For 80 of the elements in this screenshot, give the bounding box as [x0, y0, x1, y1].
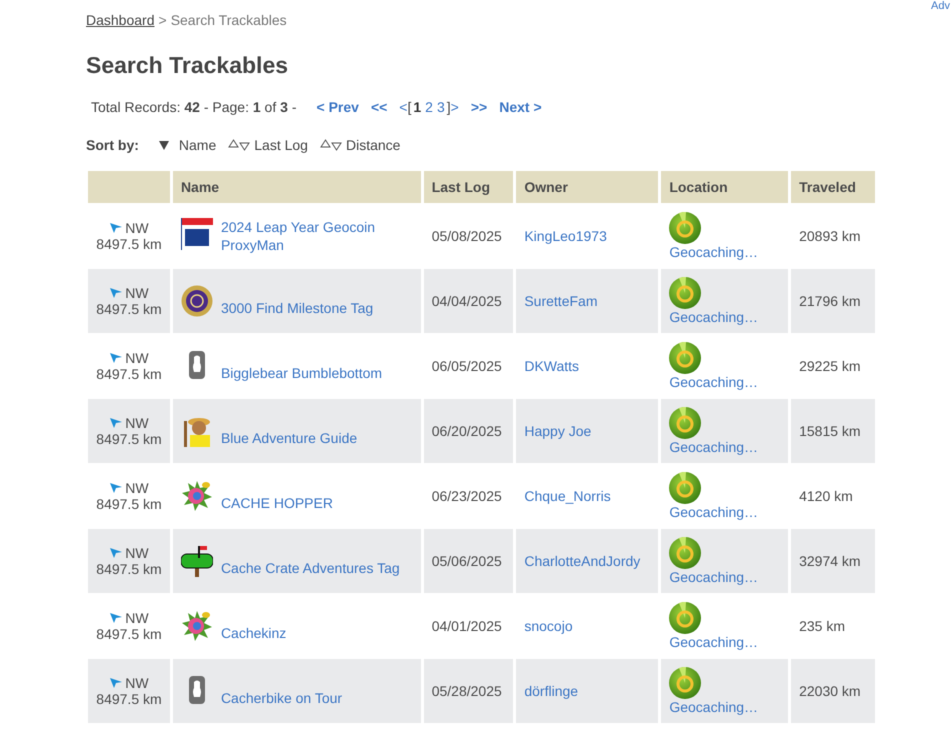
direction-text: NW — [125, 350, 149, 366]
trackable-name-link[interactable]: 2024 Leap Year Geocoin ProxyMan — [220, 218, 413, 254]
direction-text: NW — [125, 220, 149, 236]
sort-option[interactable]: Distance — [346, 137, 400, 153]
location-link[interactable]: Geocaching… — [669, 634, 780, 650]
trackable-name-link[interactable]: Cacherbike on Tour — [220, 689, 342, 707]
direction-text: NW — [125, 675, 149, 691]
prev-link[interactable]: < Prev — [316, 99, 359, 115]
records-summary: Total Records: 42 - Page: 1 of 3 - — [91, 99, 296, 115]
distance-text: 8497.5 km — [96, 301, 162, 317]
page-link[interactable]: 1 — [413, 99, 422, 115]
traveled-distance: 15815 km — [791, 398, 875, 463]
last-log-date: 05/28/2025 — [424, 658, 514, 723]
owner-link[interactable]: snocojo — [524, 618, 573, 634]
page-title: Search Trackables — [86, 52, 290, 79]
traveled-distance: 32974 km — [791, 528, 875, 593]
owner-link[interactable]: Chque_Norris — [524, 488, 611, 504]
next-link[interactable]: Next > — [499, 99, 542, 115]
trackable-name-link[interactable]: 3000 Find Milestone Tag — [220, 299, 374, 317]
first-page-link[interactable]: << — [370, 99, 388, 115]
direction-arrow-icon — [109, 547, 124, 559]
owner-link[interactable]: KingLeo1973 — [524, 228, 607, 244]
last-page-link[interactable]: >> — [470, 99, 488, 115]
last-log-date: 04/04/2025 — [424, 268, 514, 333]
owner-link[interactable]: Happy Joe — [524, 423, 592, 439]
column-header: Name — [172, 171, 421, 203]
direction-arrow-icon — [109, 352, 124, 364]
direction-arrow-icon — [109, 417, 124, 429]
distance-text: 8497.5 km — [96, 236, 162, 252]
direction-arrow-icon — [109, 677, 124, 689]
breadcrumb-current: Search Trackables — [170, 12, 287, 28]
distance-text: 8497.5 km — [96, 691, 162, 707]
traveled-distance: 21796 km — [791, 268, 875, 333]
traveled-distance: 22030 km — [791, 658, 875, 723]
distance-text: 8497.5 km — [96, 431, 162, 447]
last-log-date: 05/06/2025 — [424, 528, 514, 593]
sort-option[interactable]: Last Log — [254, 137, 308, 153]
distance-text: 8497.5 km — [96, 561, 162, 577]
location-link[interactable]: Geocaching… — [669, 504, 780, 520]
sort-label: Sort by: — [86, 137, 139, 153]
column-header: Traveled — [791, 171, 875, 203]
column-header: Owner — [516, 171, 658, 203]
distance-text: 8497.5 km — [96, 496, 162, 512]
medal-icon — [180, 285, 213, 317]
direction-arrow-icon — [109, 222, 124, 234]
trackable-name-link[interactable]: CACHE HOPPER — [220, 494, 333, 512]
direction-text: NW — [125, 545, 149, 561]
direction-text: NW — [125, 480, 149, 496]
direction-text: NW — [125, 415, 149, 431]
column-header: Last Log — [424, 171, 514, 203]
breadcrumb-link[interactable]: Dashboard — [86, 12, 154, 28]
direction-arrow-icon — [109, 482, 124, 494]
direction-text: NW — [125, 285, 149, 301]
owner-link[interactable]: SuretteFam — [524, 293, 598, 309]
trackable-name-link[interactable]: Blue Adventure Guide — [220, 429, 358, 447]
direction-arrow-icon — [109, 287, 124, 299]
bracket: ] — [446, 99, 451, 115]
distance-text: 8497.5 km — [96, 626, 162, 642]
location-link[interactable]: Geocaching… — [669, 244, 780, 260]
corner-link[interactable]: Adv — [931, 0, 950, 12]
owner-link[interactable]: DKWatts — [524, 358, 580, 374]
mailbox-icon — [180, 545, 213, 577]
page-range-close[interactable]: > — [450, 99, 459, 115]
location-link[interactable]: Geocaching… — [669, 374, 780, 390]
column-header: Location — [661, 171, 788, 203]
sort-toggle-icon[interactable] — [228, 139, 250, 151]
owner-link[interactable]: dörflinge — [524, 683, 578, 699]
last-log-date: 06/20/2025 — [424, 398, 514, 463]
page-link[interactable]: 2 — [425, 99, 433, 115]
direction-text: NW — [125, 610, 149, 626]
page-link[interactable]: 3 — [436, 99, 445, 115]
trackable-name-link[interactable]: Cachekinz — [220, 624, 286, 642]
breadcrumb-separator: > — [158, 12, 167, 28]
distance-text: 8497.5 km — [96, 366, 162, 382]
sort-toggle-icon[interactable] — [320, 139, 342, 151]
direction-arrow-icon — [109, 612, 124, 624]
sort-option[interactable]: Name — [178, 137, 216, 153]
trackable-name-link[interactable]: Bigglebear Bumblebottom — [220, 364, 382, 382]
page-range-open[interactable]: < — [399, 99, 408, 115]
bracket: [ — [407, 99, 412, 115]
